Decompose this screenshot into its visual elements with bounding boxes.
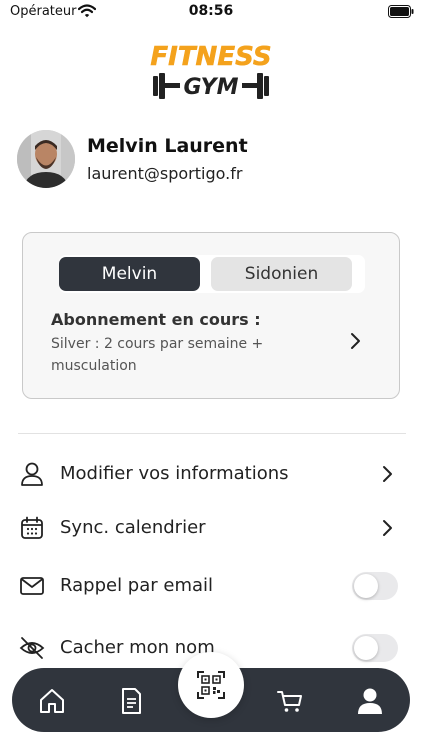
chevron-right-icon xyxy=(383,520,392,536)
menu-item-label: Rappel par email xyxy=(60,575,214,596)
svg-text:FITNESS: FITNESS xyxy=(150,42,271,72)
qr-code-icon xyxy=(197,671,225,699)
subscription-title: Abonnement en cours : xyxy=(51,310,261,329)
document-icon[interactable] xyxy=(116,686,146,716)
clock: 08:56 xyxy=(188,3,234,19)
battery-icon xyxy=(388,5,414,18)
user-icon xyxy=(21,462,43,486)
profile-name: Melvin Laurent xyxy=(87,135,248,157)
tab-member-melvin[interactable]: Melvin xyxy=(59,257,200,291)
menu-item-label: Cacher mon nom xyxy=(60,637,215,658)
mail-icon xyxy=(20,577,44,595)
avatar[interactable] xyxy=(17,130,75,188)
toggle-knob xyxy=(354,574,378,598)
member-segmented-control: Melvin Sidonien xyxy=(59,255,365,293)
menu-item-sync-calendrier[interactable]: Sync. calendrier xyxy=(0,506,422,550)
toggle-knob xyxy=(354,636,378,660)
subscription-card[interactable]: Melvin Sidonien Abonnement en cours : Si… xyxy=(22,232,400,399)
profile-email: laurent@sportigo.fr xyxy=(87,164,243,183)
eye-off-icon xyxy=(19,637,45,659)
status-bar: Opérateur 08:56 xyxy=(0,0,422,26)
home-icon[interactable] xyxy=(37,686,67,716)
menu-item-modifier-informations[interactable]: Modifier vos informations xyxy=(0,452,422,496)
divider xyxy=(18,433,406,434)
chevron-right-icon xyxy=(383,466,392,482)
profile-icon[interactable] xyxy=(355,686,385,716)
menu-item-label: Modifier vos informations xyxy=(60,463,289,484)
tab-member-sidonien[interactable]: Sidonien xyxy=(211,257,352,291)
subscription-description: Silver : 2 cours par semaine + musculati… xyxy=(51,336,264,374)
avatar-photo xyxy=(17,130,75,188)
svg-text:GYM: GYM xyxy=(184,75,239,100)
cart-icon[interactable] xyxy=(275,686,305,716)
fitness-gym-logo: FITNESS GYM xyxy=(150,42,272,100)
chevron-right-icon[interactable] xyxy=(349,331,363,351)
calendar-icon xyxy=(21,516,43,539)
hide-name-toggle[interactable] xyxy=(352,634,398,662)
qr-scan-button[interactable] xyxy=(178,652,244,718)
menu-item-label: Sync. calendrier xyxy=(60,517,206,538)
email-reminder-toggle[interactable] xyxy=(352,572,398,600)
menu-item-rappel-email: Rappel par email xyxy=(0,564,422,608)
